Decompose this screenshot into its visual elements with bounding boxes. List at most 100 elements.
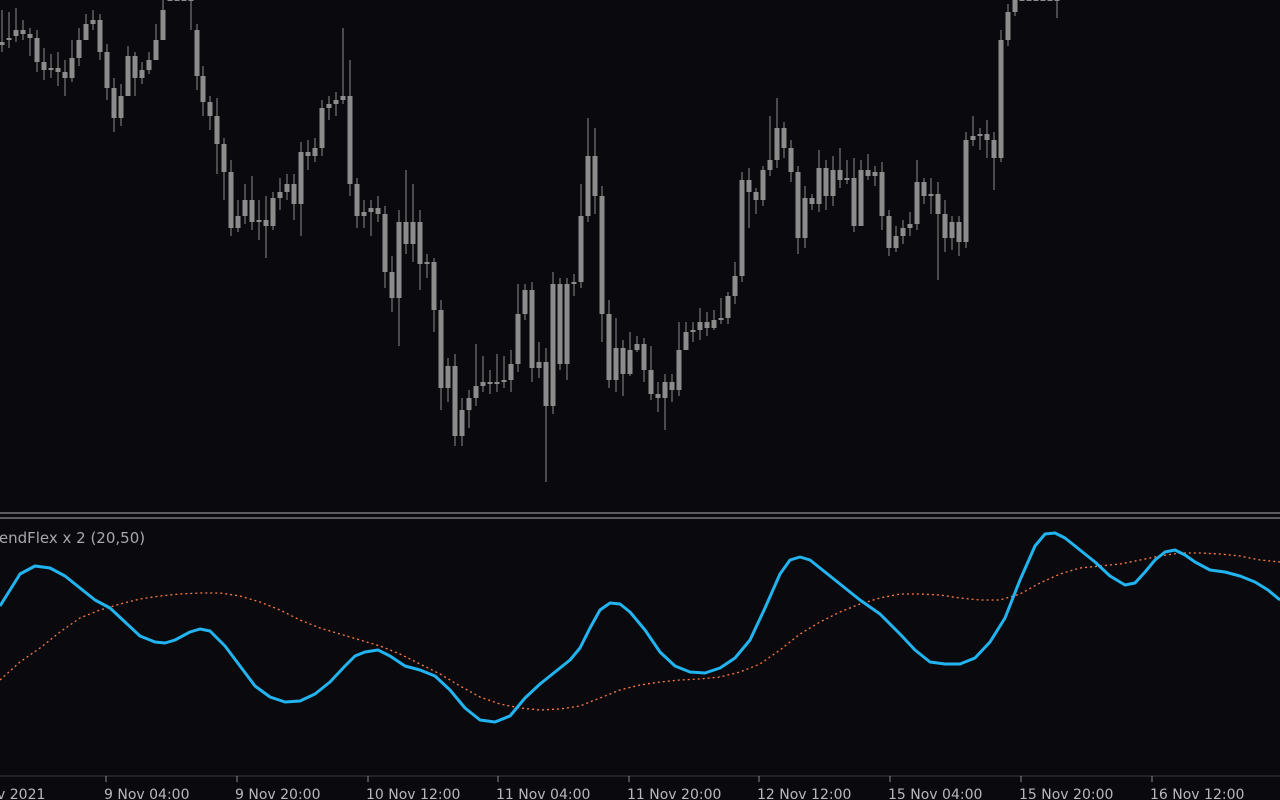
candle-body — [83, 24, 89, 40]
candle — [20, 20, 26, 40]
candle-body — [298, 152, 304, 204]
candle — [739, 172, 745, 282]
candle — [69, 40, 75, 82]
candle-body — [746, 180, 752, 192]
candle — [431, 258, 437, 332]
candle — [746, 168, 752, 228]
time-axis-label: 15 Nov 20:00 — [1019, 787, 1113, 800]
candle-body — [879, 172, 885, 216]
candle — [1019, 0, 1025, 1]
time-axis-label: 11 Nov 20:00 — [627, 787, 721, 800]
candle-body — [375, 208, 381, 214]
candle — [886, 210, 892, 256]
candle-body — [809, 198, 815, 204]
candle-body — [354, 184, 360, 216]
candle-body — [312, 148, 318, 156]
candle-body — [249, 200, 255, 222]
candle — [445, 358, 451, 402]
candle — [956, 216, 962, 256]
candle-body — [536, 362, 542, 368]
candle-body — [417, 222, 423, 264]
candle-body — [207, 102, 213, 116]
candle — [543, 348, 549, 482]
candle — [452, 354, 458, 446]
time-axis-label: 15 Nov 04:00 — [888, 787, 982, 800]
candle-body — [284, 184, 290, 192]
candle — [1054, 0, 1060, 18]
candle — [767, 116, 773, 176]
candle — [571, 274, 577, 296]
candle — [711, 310, 717, 330]
candle-body — [69, 58, 75, 78]
candle — [200, 66, 206, 116]
candle — [326, 96, 332, 120]
candle-body — [627, 350, 633, 374]
candle-body — [613, 348, 619, 380]
candle — [872, 166, 878, 186]
candle-body — [1026, 0, 1032, 1]
candle — [1005, 4, 1011, 46]
candle — [1033, 0, 1039, 1]
candle-body — [872, 172, 878, 176]
candle-body — [690, 330, 696, 332]
candle-body — [900, 228, 906, 236]
candle — [578, 184, 584, 288]
candle — [284, 174, 290, 200]
candle — [1047, 0, 1053, 1]
candle-body — [0, 42, 5, 45]
candle-body — [886, 216, 892, 248]
candle — [480, 356, 486, 392]
candle-body — [235, 216, 241, 228]
candle — [907, 212, 913, 236]
candle — [146, 52, 152, 74]
candle-body — [648, 370, 654, 394]
candle-body — [1005, 12, 1011, 40]
candle — [438, 300, 444, 410]
candle — [865, 154, 871, 180]
candle-body — [802, 198, 808, 238]
price-candles — [0, 0, 1060, 482]
candle — [1026, 0, 1032, 1]
candle — [153, 24, 159, 60]
candle-body — [697, 322, 703, 330]
candle — [970, 116, 976, 146]
candle — [194, 24, 200, 90]
candle-body — [949, 222, 955, 238]
candle-body — [739, 180, 745, 276]
candle — [125, 46, 131, 96]
candle-body — [291, 184, 297, 204]
candle-body — [20, 30, 26, 34]
candle-body — [984, 134, 990, 140]
candle — [1012, 0, 1018, 16]
candle-body — [382, 214, 388, 272]
candle — [312, 138, 318, 162]
candle-body — [27, 34, 33, 38]
candle-body — [907, 224, 913, 228]
time-axis-label: 9 Nov 20:00 — [235, 787, 320, 800]
candle-body — [718, 318, 724, 320]
candle — [893, 226, 899, 252]
candle — [167, 0, 173, 1]
candle-body — [333, 100, 339, 104]
candle-body — [34, 38, 40, 62]
candle-body — [424, 262, 430, 264]
candle — [214, 98, 220, 174]
candle — [816, 150, 822, 212]
candle-body — [319, 108, 325, 148]
candle-body — [578, 216, 584, 282]
candle-body — [494, 382, 500, 384]
candle-body — [396, 222, 402, 298]
candle-body — [228, 172, 234, 228]
candle — [753, 188, 759, 214]
candle-body — [641, 344, 647, 370]
candle-body — [816, 168, 822, 204]
candle — [914, 160, 920, 230]
candle-body — [97, 20, 103, 52]
candle — [375, 196, 381, 222]
candle-body — [466, 398, 472, 410]
candle — [704, 312, 710, 336]
trendflex-fast-line — [0, 531, 1280, 724]
trading-chart[interactable]: rendFlex x 2 (20,50) Nov 2021 9 Nov 04:00… — [0, 0, 1280, 800]
candle — [382, 206, 388, 288]
candle — [1040, 0, 1046, 1]
